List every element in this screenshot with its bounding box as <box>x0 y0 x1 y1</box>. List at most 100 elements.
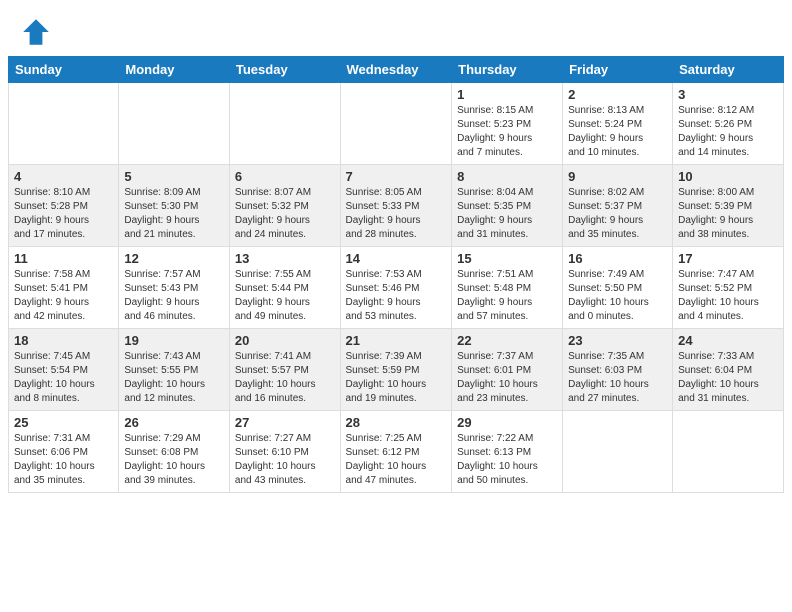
calendar-cell: 5 Sunrise: 8:09 AM Sunset: 5:30 PM Daylig… <box>119 165 230 247</box>
day-number: 14 <box>346 251 447 266</box>
day-info: Sunrise: 8:02 AM Sunset: 5:37 PM Dayligh… <box>568 186 667 242</box>
day-number: 25 <box>14 415 113 430</box>
day-number: 10 <box>678 169 778 184</box>
day-info: Sunrise: 8:05 AM Sunset: 5:33 PM Dayligh… <box>346 186 447 242</box>
logo-icon <box>20 16 52 48</box>
calendar-cell: 26 Sunrise: 7:29 AM Sunset: 6:08 PM Dayli… <box>119 411 230 493</box>
header-friday: Friday <box>563 57 673 83</box>
calendar-cell: 18 Sunrise: 7:45 AM Sunset: 5:54 PM Dayli… <box>9 329 119 411</box>
day-info: Sunrise: 7:33 AM Sunset: 6:04 PM Dayligh… <box>678 350 778 406</box>
day-number: 13 <box>235 251 335 266</box>
calendar-body: 1Sunrise: 8:15 AM Sunset: 5:23 PM Daylig… <box>9 83 784 493</box>
day-number: 28 <box>346 415 447 430</box>
calendar-cell: 29 Sunrise: 7:22 AM Sunset: 6:13 PM Dayli… <box>452 411 563 493</box>
day-info: Sunrise: 7:25 AM Sunset: 6:12 PM Dayligh… <box>346 432 447 488</box>
day-info: Sunrise: 7:37 AM Sunset: 6:01 PM Dayligh… <box>457 350 557 406</box>
day-number: 3 <box>678 87 778 102</box>
logo <box>20 16 56 48</box>
calendar-cell: 12 Sunrise: 7:57 AM Sunset: 5:43 PM Dayli… <box>119 247 230 329</box>
calendar-cell: 3 Sunrise: 8:12 AM Sunset: 5:26 PM Daylig… <box>673 83 784 165</box>
calendar-cell: 17 Sunrise: 7:47 AM Sunset: 5:52 PM Dayli… <box>673 247 784 329</box>
day-number: 9 <box>568 169 667 184</box>
calendar-cell: 13 Sunrise: 7:55 AM Sunset: 5:44 PM Dayli… <box>229 247 340 329</box>
day-info: Sunrise: 7:55 AM Sunset: 5:44 PM Dayligh… <box>235 268 335 324</box>
calendar-cell: 21Sunrise: 7:39 AM Sunset: 5:59 PM Dayli… <box>340 329 452 411</box>
day-number: 4 <box>14 169 113 184</box>
day-info: Sunrise: 7:45 AM Sunset: 5:54 PM Dayligh… <box>14 350 113 406</box>
calendar-cell <box>119 83 230 165</box>
day-number: 5 <box>124 169 224 184</box>
calendar-cell: 4 Sunrise: 8:10 AM Sunset: 5:28 PM Daylig… <box>9 165 119 247</box>
day-number: 11 <box>14 251 113 266</box>
calendar-cell: 19Sunrise: 7:43 AM Sunset: 5:55 PM Dayli… <box>119 329 230 411</box>
day-number: 27 <box>235 415 335 430</box>
day-number: 15 <box>457 251 557 266</box>
calendar-cell: 7 Sunrise: 8:05 AM Sunset: 5:33 PM Daylig… <box>340 165 452 247</box>
calendar-cell <box>563 411 673 493</box>
calendar-cell: 22Sunrise: 7:37 AM Sunset: 6:01 PM Dayli… <box>452 329 563 411</box>
day-number: 17 <box>678 251 778 266</box>
page-header <box>0 0 792 56</box>
day-info: Sunrise: 7:41 AM Sunset: 5:57 PM Dayligh… <box>235 350 335 406</box>
day-number: 6 <box>235 169 335 184</box>
day-info: Sunrise: 8:13 AM Sunset: 5:24 PM Dayligh… <box>568 104 667 160</box>
calendar-cell <box>229 83 340 165</box>
day-info: Sunrise: 7:39 AM Sunset: 5:59 PM Dayligh… <box>346 350 447 406</box>
header-sunday: Sunday <box>9 57 119 83</box>
day-info: Sunrise: 8:07 AM Sunset: 5:32 PM Dayligh… <box>235 186 335 242</box>
calendar-header: Sunday Monday Tuesday Wednesday Thursday… <box>9 57 784 83</box>
calendar-cell: 24Sunrise: 7:33 AM Sunset: 6:04 PM Dayli… <box>673 329 784 411</box>
header-saturday: Saturday <box>673 57 784 83</box>
calendar-cell: 28 Sunrise: 7:25 AM Sunset: 6:12 PM Dayli… <box>340 411 452 493</box>
calendar-cell: 25 Sunrise: 7:31 AM Sunset: 6:06 PM Dayli… <box>9 411 119 493</box>
day-info: Sunrise: 7:58 AM Sunset: 5:41 PM Dayligh… <box>14 268 113 324</box>
calendar-week-row: 25 Sunrise: 7:31 AM Sunset: 6:06 PM Dayli… <box>9 411 784 493</box>
day-info: Sunrise: 7:35 AM Sunset: 6:03 PM Dayligh… <box>568 350 667 406</box>
calendar-cell: 9 Sunrise: 8:02 AM Sunset: 5:37 PM Daylig… <box>563 165 673 247</box>
header-tuesday: Tuesday <box>229 57 340 83</box>
day-info: Sunrise: 7:31 AM Sunset: 6:06 PM Dayligh… <box>14 432 113 488</box>
day-info: Sunrise: 7:22 AM Sunset: 6:13 PM Dayligh… <box>457 432 557 488</box>
header-thursday: Thursday <box>452 57 563 83</box>
day-info: Sunrise: 8:00 AM Sunset: 5:39 PM Dayligh… <box>678 186 778 242</box>
calendar-cell: 20 Sunrise: 7:41 AM Sunset: 5:57 PM Dayli… <box>229 329 340 411</box>
day-number: 16 <box>568 251 667 266</box>
calendar-cell: 15 Sunrise: 7:51 AM Sunset: 5:48 PM Dayli… <box>452 247 563 329</box>
calendar-cell: 16 Sunrise: 7:49 AM Sunset: 5:50 PM Dayli… <box>563 247 673 329</box>
calendar-week-row: 18 Sunrise: 7:45 AM Sunset: 5:54 PM Dayli… <box>9 329 784 411</box>
calendar-cell <box>673 411 784 493</box>
day-number: 29 <box>457 415 557 430</box>
day-info: Sunrise: 7:47 AM Sunset: 5:52 PM Dayligh… <box>678 268 778 324</box>
calendar-week-row: 1Sunrise: 8:15 AM Sunset: 5:23 PM Daylig… <box>9 83 784 165</box>
calendar-cell: 27 Sunrise: 7:27 AM Sunset: 6:10 PM Dayli… <box>229 411 340 493</box>
day-info: Sunrise: 8:09 AM Sunset: 5:30 PM Dayligh… <box>124 186 224 242</box>
day-number: 26 <box>124 415 224 430</box>
calendar-cell: 1Sunrise: 8:15 AM Sunset: 5:23 PM Daylig… <box>452 83 563 165</box>
calendar-cell: 2 Sunrise: 8:13 AM Sunset: 5:24 PM Daylig… <box>563 83 673 165</box>
calendar-cell: 6 Sunrise: 8:07 AM Sunset: 5:32 PM Daylig… <box>229 165 340 247</box>
calendar-cell <box>9 83 119 165</box>
calendar-cell: 10 Sunrise: 8:00 AM Sunset: 5:39 PM Dayli… <box>673 165 784 247</box>
day-number: 2 <box>568 87 667 102</box>
day-info: Sunrise: 8:15 AM Sunset: 5:23 PM Dayligh… <box>457 104 557 160</box>
day-info: Sunrise: 8:12 AM Sunset: 5:26 PM Dayligh… <box>678 104 778 160</box>
day-info: Sunrise: 7:51 AM Sunset: 5:48 PM Dayligh… <box>457 268 557 324</box>
day-number: 19 <box>124 333 224 348</box>
header-monday: Monday <box>119 57 230 83</box>
calendar-cell: 8Sunrise: 8:04 AM Sunset: 5:35 PM Daylig… <box>452 165 563 247</box>
day-info: Sunrise: 7:29 AM Sunset: 6:08 PM Dayligh… <box>124 432 224 488</box>
day-number: 7 <box>346 169 447 184</box>
day-info: Sunrise: 7:57 AM Sunset: 5:43 PM Dayligh… <box>124 268 224 324</box>
day-info: Sunrise: 8:10 AM Sunset: 5:28 PM Dayligh… <box>14 186 113 242</box>
day-number: 20 <box>235 333 335 348</box>
day-number: 18 <box>14 333 113 348</box>
calendar-cell <box>340 83 452 165</box>
day-info: Sunrise: 7:27 AM Sunset: 6:10 PM Dayligh… <box>235 432 335 488</box>
weekday-header-row: Sunday Monday Tuesday Wednesday Thursday… <box>9 57 784 83</box>
day-number: 8 <box>457 169 557 184</box>
day-info: Sunrise: 7:53 AM Sunset: 5:46 PM Dayligh… <box>346 268 447 324</box>
calendar-wrapper: Sunday Monday Tuesday Wednesday Thursday… <box>0 56 792 501</box>
day-info: Sunrise: 7:49 AM Sunset: 5:50 PM Dayligh… <box>568 268 667 324</box>
calendar-table: Sunday Monday Tuesday Wednesday Thursday… <box>8 56 784 493</box>
day-number: 12 <box>124 251 224 266</box>
